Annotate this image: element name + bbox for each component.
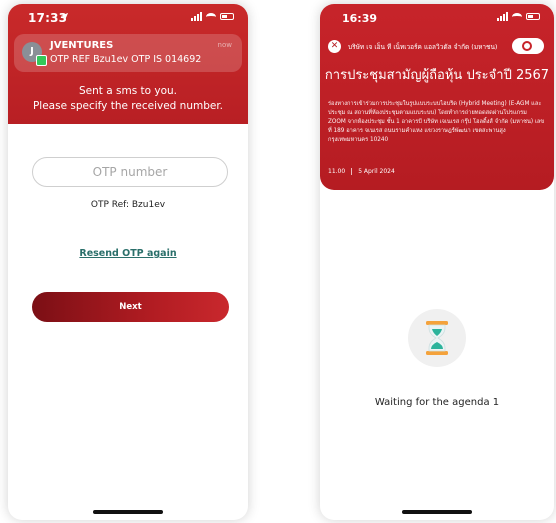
battery-icon xyxy=(526,13,540,20)
notification-time: now xyxy=(217,41,232,49)
hourglass-badge xyxy=(408,309,466,367)
notification-title: JVENTURES xyxy=(50,40,114,51)
meeting-screen: 16:39 ✕ บริษัท เจ เอ็น ที เน็ทเวอร์ค แอล… xyxy=(320,4,554,520)
logo-mark-icon xyxy=(522,41,532,51)
resend-otp-link[interactable]: Resend OTP again xyxy=(8,248,248,259)
status-bar: 17:33 xyxy=(8,4,248,28)
otp-header: 17:33 J JVENTURES OTP REF Bzu1ev OTP IS … xyxy=(8,4,248,124)
signal-icon xyxy=(191,12,202,21)
close-icon[interactable]: ✕ xyxy=(328,40,341,53)
system-icons xyxy=(497,12,540,21)
battery-icon xyxy=(220,13,234,20)
sms-notification[interactable]: J JVENTURES OTP REF Bzu1ev OTP IS 014692… xyxy=(14,34,242,72)
home-indicator[interactable] xyxy=(93,510,163,514)
wifi-icon xyxy=(512,12,522,21)
meeting-date: 5 April 2024 xyxy=(358,168,395,175)
instruction-line-2: Please specify the received number. xyxy=(32,100,224,112)
notification-body: OTP REF Bzu1ev OTP IS 014692 xyxy=(50,54,202,65)
hourglass-icon xyxy=(426,321,448,355)
meta-separator xyxy=(351,168,353,175)
meeting-title: การประชุมสามัญผู้ถือหุ้น ประจำปี 2567 xyxy=(324,68,550,83)
meeting-time: 11.00 xyxy=(328,168,346,175)
messages-badge-icon xyxy=(36,55,47,66)
status-time: 16:39 xyxy=(342,12,378,25)
meeting-description: ร่องทางการเข้าร่วมการประชุมในรูปแบบระบบไ… xyxy=(328,101,545,143)
otp-input[interactable] xyxy=(32,157,228,187)
otp-instructions: Sent a sms to you. Please specify the re… xyxy=(8,84,248,114)
company-logo xyxy=(512,38,544,54)
home-indicator[interactable] xyxy=(402,510,472,514)
instruction-line-1: Sent a sms to you. xyxy=(78,85,178,97)
signal-icon xyxy=(497,12,508,21)
wifi-icon xyxy=(206,12,216,21)
otp-ref: OTP Ref: Bzu1ev xyxy=(90,200,166,210)
meeting-header: 16:39 ✕ บริษัท เจ เอ็น ที เน็ทเวอร์ค แอล… xyxy=(320,4,554,190)
company-name: บริษัท เจ เอ็น ที เน็ทเวอร์ค แอลวิวตัล จ… xyxy=(348,43,498,51)
location-arrow-icon xyxy=(60,12,69,21)
meeting-meta: 11.00 5 April 2024 xyxy=(328,168,395,175)
waiting-message: Waiting for the agenda 1 xyxy=(374,397,500,408)
otp-screen: 17:33 J JVENTURES OTP REF Bzu1ev OTP IS … xyxy=(8,4,248,520)
next-button[interactable]: Next xyxy=(32,292,229,322)
system-icons xyxy=(191,12,234,21)
